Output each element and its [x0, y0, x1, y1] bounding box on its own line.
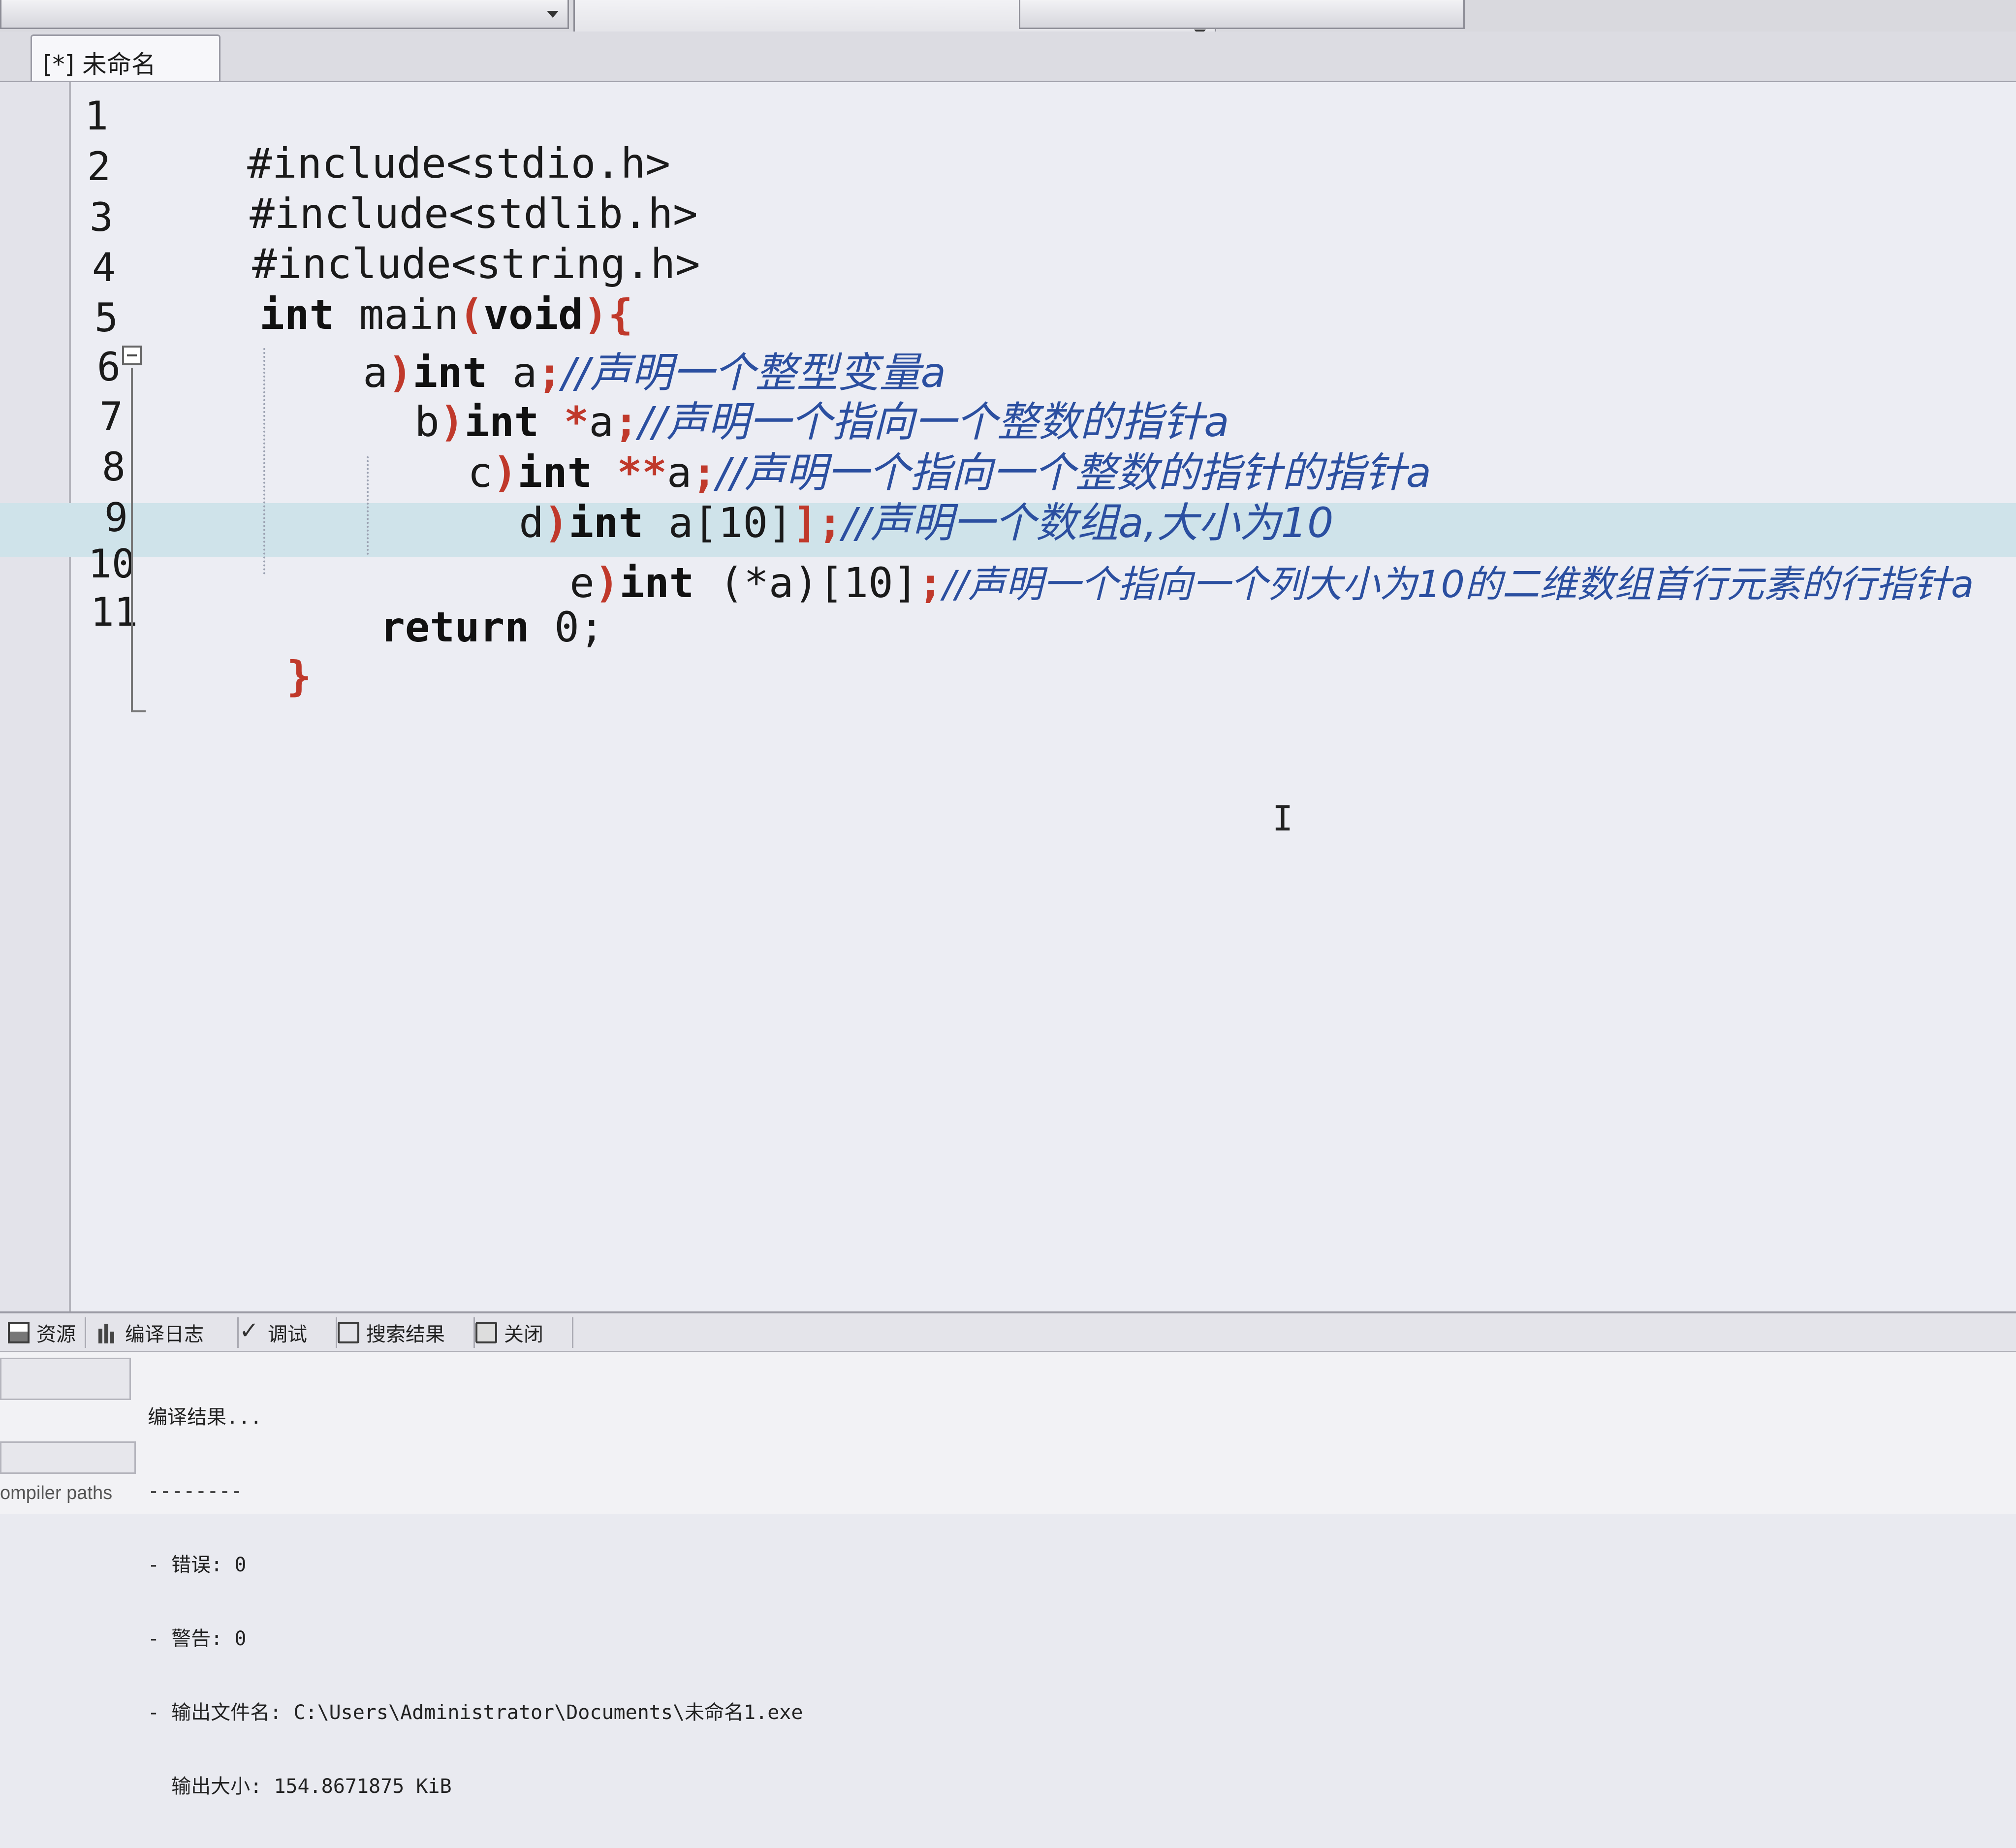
compile-output: 编译结果... -------- - 错误: 0 - 警告: 0 - 输出文件名…: [148, 1356, 803, 1848]
fold-line: [131, 368, 133, 712]
search-icon: [338, 1322, 359, 1343]
line-number: 7: [99, 394, 123, 440]
code-line-9: e)int (*a)[10];//声明一个指向一个列大小为10的二维数组首行元素…: [470, 506, 1974, 656]
bottom-panel: 资源 编译日志 调试 搜索结果 关闭 ompiler paths 编译结果...…: [0, 1311, 2016, 1798]
bracket: }: [286, 652, 312, 701]
line-number: 8: [101, 444, 126, 490]
line-number: 9: [104, 495, 128, 541]
tab-label: 调试: [268, 1323, 307, 1346]
tab-label: 关闭: [504, 1323, 543, 1346]
comment: //声明一个指向一个列大小为10的二维数组首行元素的行指针a: [943, 562, 1974, 606]
output-size: 输出大小: 154.8671875 KiB: [148, 1775, 452, 1798]
code-line-10: return 0;: [281, 555, 604, 700]
identifier: 0;: [529, 603, 604, 651]
output-title: 编译结果...: [148, 1406, 262, 1429]
tab-close[interactable]: 关闭: [468, 1317, 573, 1348]
fold-toggle-icon[interactable]: [122, 346, 142, 365]
code-line-11: }: [187, 604, 312, 749]
resources-icon: [8, 1322, 30, 1343]
line-number: 6: [96, 344, 121, 390]
tab-file[interactable]: [*] 未命名1.cpp: [31, 34, 220, 109]
compiler-paths-label: ompiler paths: [0, 1483, 113, 1503]
toolbar: [0, 0, 2016, 65]
side-field[interactable]: [0, 1358, 131, 1400]
output-separator: --------: [148, 1480, 243, 1502]
close-icon: [475, 1322, 497, 1343]
tab-label: 编译日志: [125, 1323, 204, 1346]
keyword: return: [380, 603, 530, 651]
line-number: 4: [92, 245, 116, 290]
chart-icon: [96, 1322, 118, 1343]
code-editor[interactable]: 1 2 3 4 5 6 7 8 9 10 11 #include<stdio.h…: [0, 81, 2016, 1313]
toolbar-combo-3[interactable]: [1019, 0, 1465, 29]
semicolon: ;: [918, 559, 943, 607]
keyword: int: [619, 559, 694, 607]
text-cursor-icon: I: [1272, 798, 1293, 839]
side-field[interactable]: [0, 1441, 136, 1474]
line-number: 11: [90, 589, 138, 635]
identifier: (*a)[10]: [694, 559, 918, 607]
tab-compile-log[interactable]: 编译日志: [89, 1317, 239, 1348]
line-number: 2: [87, 144, 111, 190]
line-number: 10: [88, 541, 135, 587]
tab-search-results[interactable]: 搜索结果: [330, 1317, 475, 1348]
tab-resources[interactable]: 资源: [0, 1317, 86, 1348]
check-icon: [239, 1322, 261, 1343]
output-warnings: - 警告: 0: [148, 1627, 247, 1650]
tab-strip: [*] 未命名1.cpp: [0, 32, 2016, 109]
fold-end: [131, 710, 146, 712]
line-number: 1: [84, 93, 108, 139]
tab-label: 搜索结果: [366, 1323, 445, 1346]
line-number: 5: [94, 295, 118, 341]
tab-debug[interactable]: 调试: [231, 1317, 337, 1348]
output-filename: - 输出文件名: C:\Users\Administrator\Document…: [148, 1701, 803, 1724]
bottom-tabs: 资源 编译日志 调试 搜索结果 关闭: [0, 1313, 2016, 1352]
output-errors: - 错误: 0: [148, 1554, 247, 1576]
chevron-down-icon: [547, 11, 559, 18]
project-combo[interactable]: [0, 0, 569, 29]
tab-label: 资源: [36, 1323, 76, 1346]
line-number: 3: [89, 194, 113, 240]
